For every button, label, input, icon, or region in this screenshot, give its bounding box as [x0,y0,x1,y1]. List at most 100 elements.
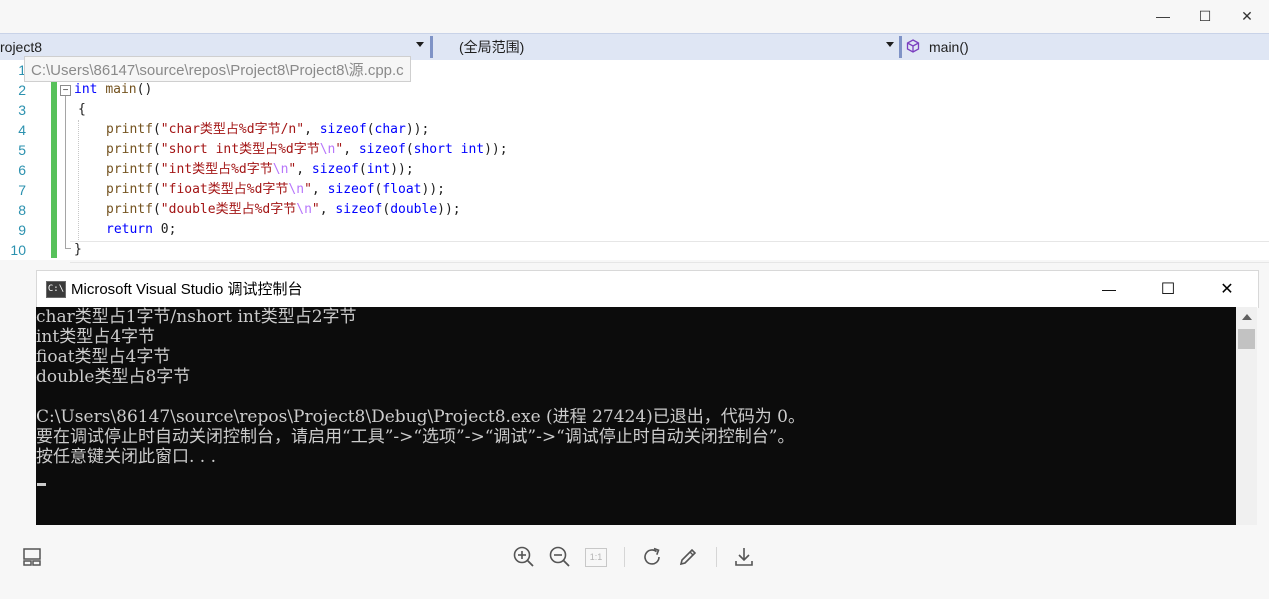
toolbar-divider [716,547,717,567]
code-token: sizeof [335,202,383,217]
code-token: "fioat类型占%d字节 [160,182,289,197]
line-number: 5 [18,142,26,158]
code-token: main [105,82,137,97]
code-token: , [311,182,328,197]
code-token: } [74,242,82,257]
code-token: ( [405,142,414,157]
console-line: fioat类型占4字节 [36,347,171,367]
actual-size-icon[interactable]: 1:1 [582,543,610,571]
path-tooltip: C:\Users\86147\source\repos\Project8\Pro… [24,56,411,82]
console-line: int类型占4字节 [36,327,156,347]
code-token: " [304,182,312,197]
toolbar-divider [624,547,625,567]
project-name: roject8 [0,39,43,55]
maximize-button[interactable]: ☐ [1184,0,1226,32]
code-token: , [304,122,320,137]
line-number: 8 [18,202,26,218]
code-line: printf("double类型占%d字节\n", sizeof(double)… [106,200,461,220]
code-token: float [382,182,422,197]
layout-icon[interactable] [18,543,46,571]
console-line: 要在调试停止时自动关闭控制台，请启用“工具”->“选项”->“调试”->“调试停… [36,427,795,447]
code-line: } [74,240,82,260]
collapse-icon[interactable]: − [60,85,71,96]
code-token: " [311,202,320,217]
code-token: sizeof [358,142,406,157]
console-minimize-button[interactable]: — [1089,271,1129,308]
code-token: , [319,202,336,217]
code-token: )); [484,142,508,157]
code-token: () [136,82,153,97]
scope-dropdown[interactable]: (全局范围) [459,34,879,60]
close-button[interactable]: ✕ [1226,0,1268,32]
code-line: printf("int类型占%d字节\n", sizeof(int)); [106,160,414,180]
code-token: printf [106,182,153,197]
divider [899,36,902,58]
code-token: int [366,162,391,177]
code-token: "double类型占%d字节 [160,202,297,217]
code-token: ( [382,202,391,217]
code-token: sizeof [319,122,367,137]
code-token: int [74,82,98,97]
code-token: return [106,222,153,237]
line-number: 6 [18,162,26,178]
indent-guide [78,120,79,240]
code-line: printf("fioat类型占%d字节\n", sizeof(float)); [106,180,445,200]
scroll-up-arrow-icon[interactable] [1242,314,1252,320]
text-cursor [37,483,46,486]
console-app-icon: C:\ [46,281,66,298]
code-editor[interactable]: − 12345678910 #include <stdio.h>int main… [0,60,1269,263]
download-icon[interactable] [730,543,758,571]
line-number: 1 [18,62,26,78]
code-token: )); [421,182,445,197]
code-token: ( [152,142,161,157]
code-token: "short int类型占%d字节 [160,142,320,157]
code-line: printf("short int类型占%d字节\n", sizeof(shor… [106,140,508,160]
code-token: printf [106,122,153,137]
chevron-down-icon[interactable] [886,42,894,47]
viewer-toolbar [0,525,1269,599]
code-token: sizeof [327,182,375,197]
zoom-out-icon[interactable] [546,543,574,571]
console-maximize-button[interactable]: ☐ [1148,271,1188,308]
line-number: 4 [18,122,26,138]
code-token: 0; [152,222,177,237]
console-close-button[interactable]: ✕ [1207,271,1247,308]
member-label: main() [929,39,969,55]
code-token: printf [106,202,153,217]
console-title: Microsoft Visual Studio 调试控制台 [71,281,303,298]
code-token: , [343,142,359,157]
scroll-thumb[interactable] [1238,329,1255,349]
code-line: printf("char类型占%d字节/n", sizeof(char)); [106,120,429,140]
console-line: 按任意键关闭此窗口. . . [36,447,217,467]
line-number: 10 [10,242,26,258]
console-line: C:\Users\86147\source\repos\Project8\Deb… [36,407,806,427]
code-token: ( [152,122,161,137]
code-token: \n [296,202,312,217]
code-token: ( [152,202,161,217]
code-token: "int类型占%d字节 [160,162,273,177]
divider [430,36,433,58]
code-token: ( [366,122,375,137]
line-number: 3 [18,102,26,118]
rotate-icon[interactable] [638,543,666,571]
code-line: { [78,100,86,120]
code-token: \n [288,182,305,197]
member-dropdown[interactable]: main() [929,34,1259,60]
scope-label: (全局范围) [459,39,525,55]
code-token: char [374,122,406,137]
console-scrollbar[interactable] [1236,307,1257,525]
cube-icon [906,39,920,53]
edit-icon[interactable] [674,543,702,571]
current-line-highlight [70,241,1269,263]
code-token: "char类型占%d字节/n" [160,122,305,137]
code-token: \n [319,142,336,157]
outline-line [65,96,66,248]
zoom-in-icon[interactable] [510,543,538,571]
minimize-button[interactable]: — [1142,0,1184,32]
code-token: \n [272,162,289,177]
code-token: printf [106,142,153,157]
code-token: sizeof [311,162,359,177]
code-token: )); [437,202,461,217]
line-number: 7 [18,182,26,198]
chevron-down-icon[interactable] [416,42,424,47]
